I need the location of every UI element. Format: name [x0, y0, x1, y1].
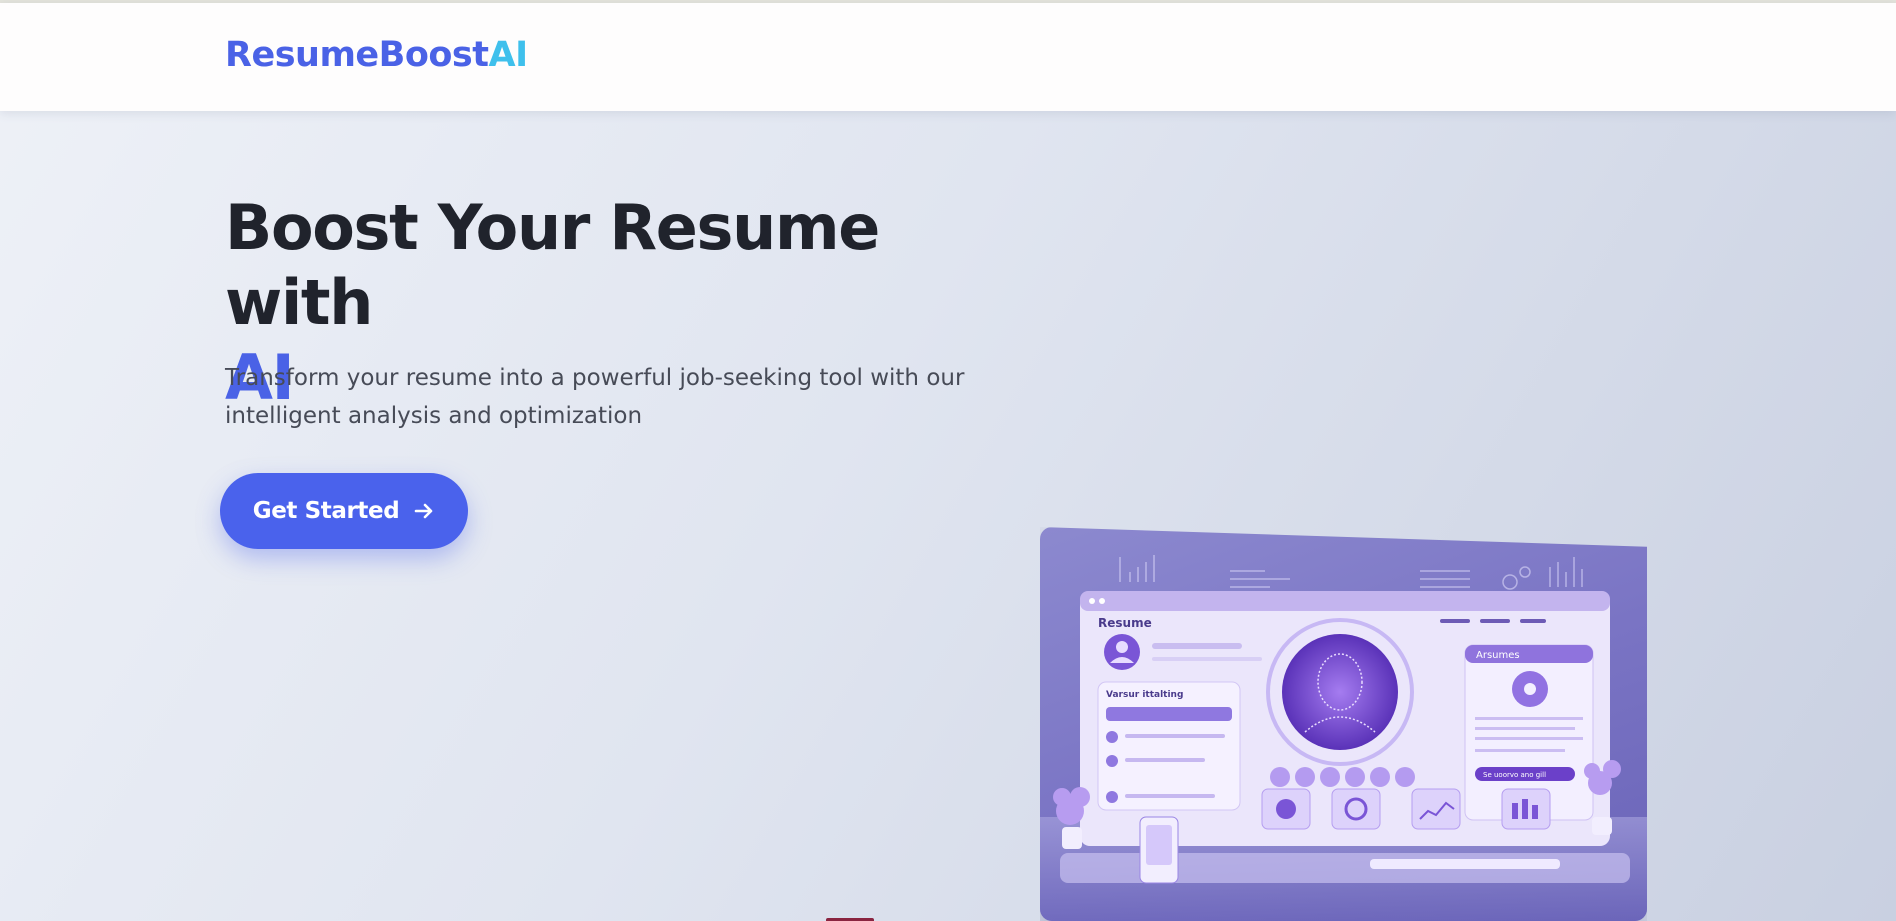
illustration-button-text: Se uoorvo ano gill: [1483, 771, 1546, 779]
ai-resume-dashboard-illustration: Resume Varsur ittalting Arsumes Se uoorv…: [1040, 555, 1647, 921]
hero-subtitle: Transform your resume into a powerful jo…: [225, 365, 965, 429]
illustration-app-title: Resume: [1098, 616, 1152, 630]
brand-name-main: ResumeBoost: [225, 35, 489, 75]
get-started-button[interactable]: Get Started: [220, 473, 468, 549]
illustration-panel-title: Arsumes: [1476, 650, 1520, 661]
site-header: ResumeBoostAI: [0, 3, 1896, 111]
hero-title-line: Boost Your Resume with: [225, 191, 880, 339]
illustration-section-heading: Varsur ittalting: [1106, 690, 1183, 700]
brand-name-accent: AI: [488, 35, 528, 75]
arrow-right-icon: [414, 503, 433, 519]
hero-illustration: Resume Varsur ittalting Arsumes Se uoorv…: [1040, 527, 1647, 921]
brand-logo[interactable]: ResumeBoostAI: [225, 35, 528, 75]
get-started-label: Get Started: [252, 498, 400, 524]
